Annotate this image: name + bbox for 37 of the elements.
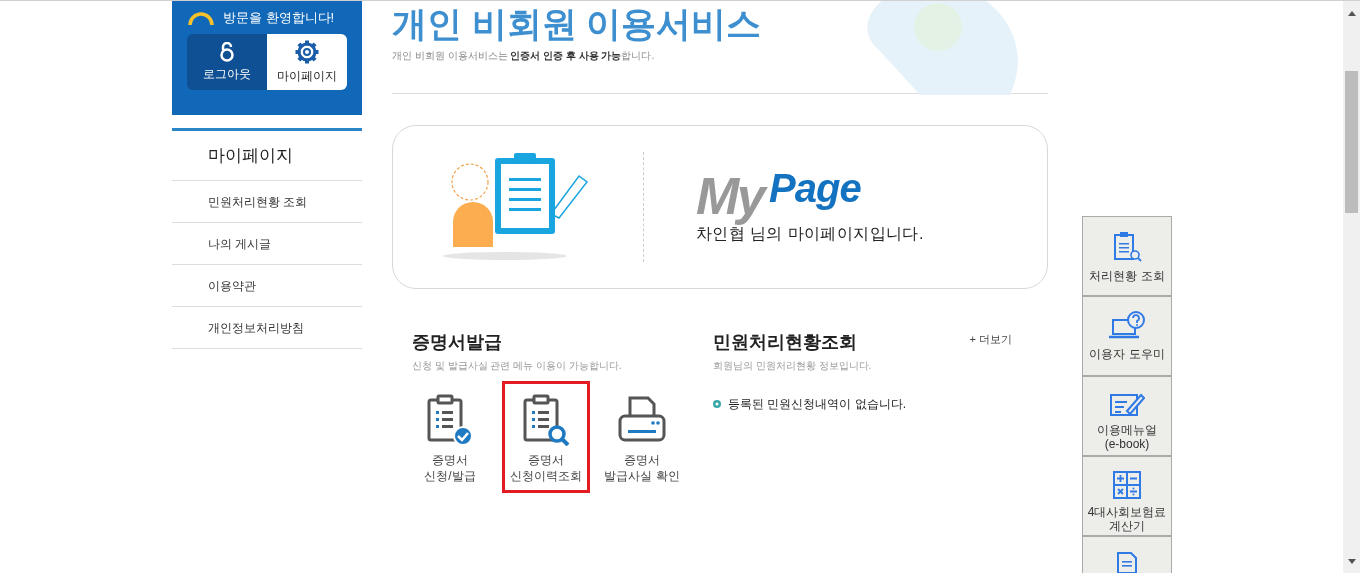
certificate-menu-item[interactable]: 증명서 신청/발급 (406, 381, 494, 493)
clipboard-search-icon (521, 394, 571, 446)
settings-icon (295, 39, 319, 64)
sidebar-link[interactable]: 민원처리현황 조회 (172, 181, 362, 223)
sidebar-link[interactable]: 개인정보처리방침 (172, 307, 362, 349)
greeting-text: 방문을 환영합니다! (223, 9, 335, 28)
page-title: 개인 비회원 이용서비스 (392, 3, 763, 45)
section-description: 회원님의 민원처리현황 정보입니다. (713, 359, 873, 373)
quick-menu-item[interactable]: 이용메뉴얼 (e-book) (1082, 376, 1172, 456)
quick-menu-item[interactable]: 이용자 도우미 (1082, 296, 1172, 376)
scrollbar-thumb[interactable] (1345, 71, 1358, 213)
clipboard-search-icon (1112, 231, 1142, 263)
section-title: 증명서발급 (412, 331, 503, 354)
sidebar-link[interactable]: 나의 게시글 (172, 223, 362, 265)
document-icon (1115, 551, 1139, 573)
certificate-menu-item[interactable]: 증명서 발급사실 확인 (598, 381, 686, 493)
logout-button[interactable]: 로그아웃 (187, 34, 267, 90)
pencil-note-icon (1109, 391, 1145, 417)
quick-menu-item[interactable]: 처리현황 조회 (1082, 216, 1172, 296)
scroll-up-icon[interactable] (1347, 11, 1356, 16)
sidebar-title: 마이페이지 (172, 131, 362, 181)
certificate-menu-item[interactable]: 증명서 신청이력조회 (502, 381, 590, 493)
welcome-message: 차인협 님의 마이페이지입니다. (696, 225, 924, 244)
calculator-icon (1113, 471, 1141, 499)
mypage-logo-second: Page (769, 168, 861, 208)
mypage-button[interactable]: 마이페이지 (267, 34, 347, 90)
section-title: 민원처리현황조회 (713, 331, 857, 354)
bullet-icon (713, 400, 721, 408)
section-description: 신청 및 발급사실 관련 메뉴 이용이 가능합니다. (412, 359, 623, 373)
sidebar-link[interactable]: 이용약관 (172, 265, 362, 307)
more-link[interactable]: + 더보기 (969, 331, 1012, 348)
scroll-down-icon[interactable] (1347, 559, 1356, 564)
laptop-question-icon (1108, 311, 1146, 341)
empty-message: 등록된 민원신청내역이 없습니다. (728, 396, 906, 413)
quick-menu-item[interactable]: 4대사회보험료 계산기 (1082, 456, 1172, 536)
scrollbar[interactable] (1343, 1, 1360, 573)
page-subtitle: 개인 비회원 이용서비스는 인증서 인증 후 사용 가능합니다. (392, 49, 656, 63)
